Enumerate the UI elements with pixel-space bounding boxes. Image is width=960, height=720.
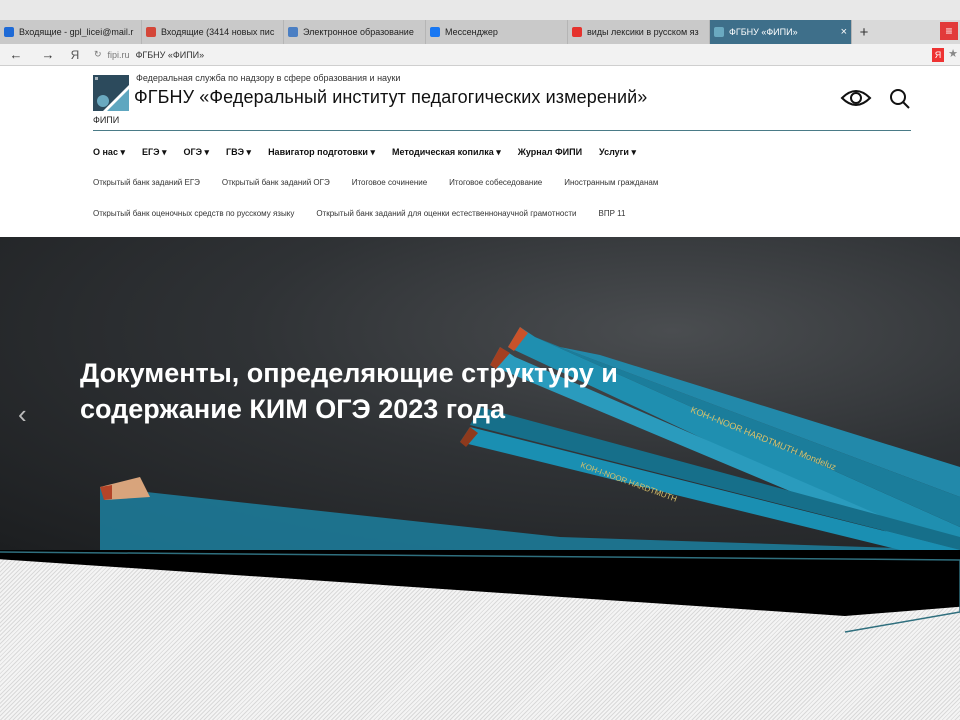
main-nav-item[interactable]: ЕГЭ ▾ bbox=[142, 147, 167, 158]
fipi-logo-icon[interactable] bbox=[93, 75, 129, 111]
slider-prev-button[interactable]: ‹ bbox=[18, 399, 27, 430]
mail-icon bbox=[4, 27, 14, 37]
quick-link[interactable]: Иностранным гражданам bbox=[564, 178, 658, 187]
main-nav-item[interactable]: ГВЭ ▾ bbox=[226, 147, 251, 158]
quick-link[interactable]: Открытый банк оценочных средств по русск… bbox=[93, 209, 294, 218]
browser-tab-label: виды лексики в русском яз bbox=[587, 27, 699, 37]
browser-tab-label: Мессенджер bbox=[445, 27, 498, 37]
visually-impaired-eye-icon[interactable] bbox=[840, 88, 872, 108]
forward-button[interactable]: → bbox=[32, 47, 64, 62]
quick-link[interactable]: Открытый банк заданий ЕГЭ bbox=[93, 178, 200, 187]
messenger-icon bbox=[430, 27, 440, 37]
main-nav: О нас ▾ ЕГЭ ▾ ОГЭ ▾ ГВЭ ▾ Навигатор подготов… bbox=[93, 147, 653, 158]
tab-strip: Входящие - gpl_licei@mail.r Входящие (341… bbox=[0, 20, 876, 44]
main-nav-item[interactable]: Услуги ▾ bbox=[599, 147, 636, 158]
search-icon[interactable] bbox=[889, 88, 911, 110]
url-field[interactable]: ↻ fipi.ru ФГБНУ «ФИПИ» bbox=[94, 49, 204, 60]
gmail-icon bbox=[146, 27, 156, 37]
browser-tab[interactable]: ФГБНУ «ФИПИ» × bbox=[710, 20, 852, 44]
main-nav-item[interactable]: Методическая копилка ▾ bbox=[392, 147, 501, 158]
browser-tab[interactable]: виды лексики в русском яз bbox=[568, 20, 710, 44]
url-domain: fipi.ru bbox=[107, 49, 130, 60]
browser-tab[interactable]: Электронное образование bbox=[284, 20, 426, 44]
quick-link[interactable]: Открытый банк заданий для оценки естеств… bbox=[316, 209, 576, 218]
quick-link[interactable]: Итоговое собеседование bbox=[449, 178, 542, 187]
browser-tab-label: Электронное образование bbox=[303, 27, 414, 37]
yandex-home-button[interactable]: Я bbox=[64, 48, 86, 62]
window-titlebar bbox=[0, 0, 960, 20]
main-nav-item[interactable]: ОГЭ ▾ bbox=[184, 147, 210, 158]
reload-icon[interactable]: ↻ bbox=[94, 49, 102, 60]
main-nav-item[interactable]: Навигатор подготовки ▾ bbox=[268, 147, 375, 158]
quick-link[interactable]: Открытый банк заданий ОГЭ bbox=[222, 178, 330, 187]
yandex-icon bbox=[572, 27, 582, 37]
header-title[interactable]: ФГБНУ «Федеральный институт педагогическ… bbox=[134, 87, 647, 108]
browser-tab[interactable]: Мессенджер bbox=[426, 20, 568, 44]
hero-slider: KOH-I-NOOR HARDTMUTH Mondeluz KOH-I-NOOR… bbox=[0, 237, 960, 550]
header-subtitle: Федеральная служба по надзору в сфере об… bbox=[136, 73, 401, 83]
screen: Входящие - gpl_licei@mail.r Входящие (341… bbox=[0, 0, 960, 720]
browser-tab-label: Входящие - gpl_licei@mail.r bbox=[19, 27, 134, 37]
hero-title[interactable]: Документы, определяющие структуру и соде… bbox=[80, 355, 640, 427]
logo-abbr: ФИПИ bbox=[93, 115, 120, 125]
url-page-title: ФГБНУ «ФИПИ» bbox=[135, 49, 205, 60]
bookmark-star-icon[interactable]: ★ bbox=[948, 47, 958, 60]
main-nav-item[interactable]: О нас ▾ bbox=[93, 147, 125, 158]
header-divider bbox=[93, 130, 911, 131]
yandex-icon[interactable]: Я bbox=[932, 48, 944, 62]
address-bar: ← → Я ↻ fipi.ru ФГБНУ «ФИПИ» Я ★ bbox=[0, 44, 960, 66]
quick-link[interactable]: Итоговое сочинение bbox=[352, 178, 427, 187]
quick-links-row-1: Открытый банк заданий ЕГЭ Открытый банк з… bbox=[93, 178, 680, 187]
browser-tab-label: ФГБНУ «ФИПИ» bbox=[729, 27, 798, 37]
browser-menu-button[interactable]: ≡ bbox=[940, 22, 958, 40]
quick-links-row-2: Открытый банк оценочных средств по русск… bbox=[93, 209, 647, 218]
browser-tab-bar: Входящие - gpl_licei@mail.r Входящие (341… bbox=[0, 0, 960, 44]
close-tab-icon[interactable]: × bbox=[841, 26, 847, 38]
new-tab-button[interactable]: + bbox=[852, 20, 876, 44]
chart-icon bbox=[288, 27, 298, 37]
back-button[interactable]: ← bbox=[0, 47, 32, 62]
browser-tab[interactable]: Входящие (3414 новых пис bbox=[142, 20, 284, 44]
browser-tab-label: Входящие (3414 новых пис bbox=[161, 27, 275, 37]
browser-tab[interactable]: Входящие - gpl_licei@mail.r bbox=[0, 20, 142, 44]
fipi-icon bbox=[714, 27, 724, 37]
main-nav-item[interactable]: Журнал ФИПИ bbox=[518, 147, 582, 158]
site-header: ФИПИ Федеральная служба по надзору в сфе… bbox=[0, 66, 960, 237]
quick-link[interactable]: ВПР 11 bbox=[598, 209, 625, 218]
